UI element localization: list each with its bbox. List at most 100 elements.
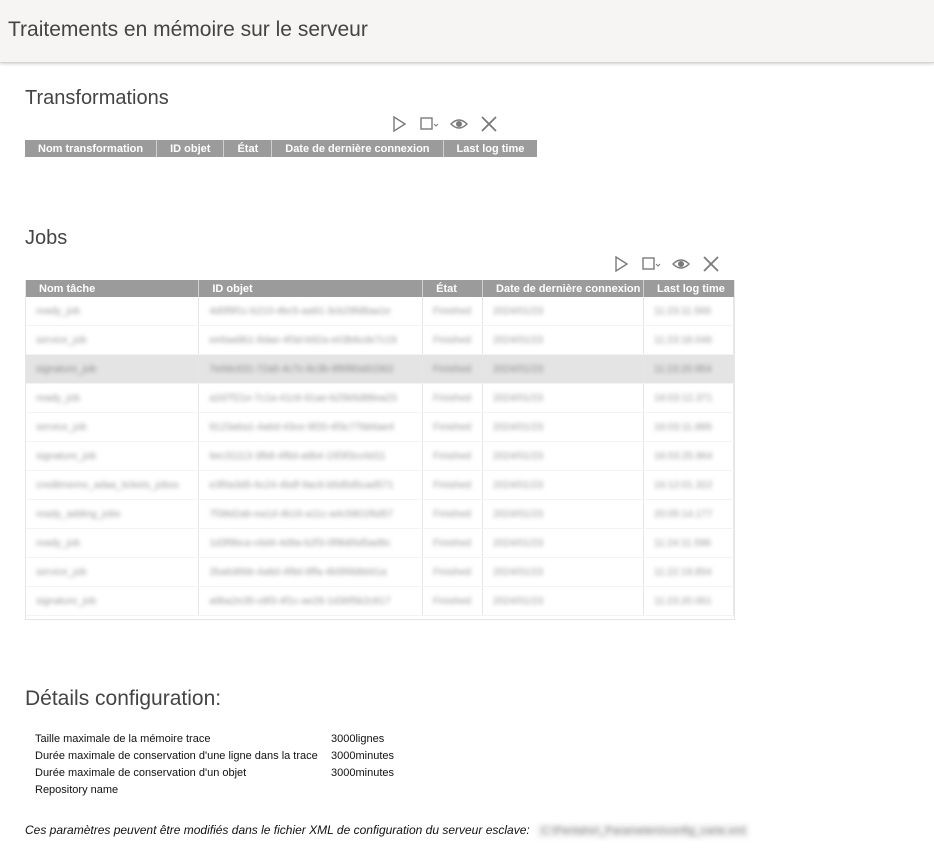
cell-text: 6ec31113-3fb8-4f8d-a9b4-15f3f3cc6d11	[209, 450, 386, 462]
cell-text: 7f38d2ab-ea1d-4b16-a11c-a4c5801f6d57	[209, 508, 394, 520]
cell-text: 16:03:25.964	[654, 450, 713, 462]
column-header[interactable]: ID objet	[156, 140, 225, 157]
cell-text: service_job	[36, 421, 87, 433]
table-cell: 11:22:19.854	[643, 557, 734, 587]
table-row[interactable]: signature_job a9ba2e35-c8f3-4f1c-ae28-1d3…	[26, 586, 734, 616]
column-header[interactable]: ID objet	[198, 280, 424, 297]
cell-text: 2024/01/23	[493, 537, 544, 549]
cell-text: 2024/01/23	[493, 479, 544, 491]
cell-text: ready_job	[36, 537, 80, 549]
table-cell: ee6aa9b1-8dae-4f3d-b92a-e03b6cde7c19	[198, 325, 424, 355]
column-header[interactable]: Nom transformation	[25, 140, 158, 157]
cell-text: 11:23:11.566	[654, 305, 711, 317]
cell-text: signature_job	[36, 450, 97, 462]
cell-text: service_job	[36, 566, 87, 578]
transformations-table: Nom transformation ID objet État Date de…	[25, 140, 538, 157]
config-label: Repository name	[35, 784, 119, 796]
stop-dropdown-icon[interactable]	[641, 254, 661, 274]
table-cell: Finished	[422, 557, 484, 587]
column-header[interactable]: Date de dernière connexion	[271, 140, 444, 157]
table-row[interactable]: signature_job 7e0dc631-72a5-4c7c-8c3b-9f6…	[26, 354, 734, 384]
table-cell: 4d0f9f1c-b210-4bc5-aa91-3cb29fd8aa1e	[198, 297, 424, 326]
table-cell: 20:05:14.177	[643, 499, 734, 529]
table-cell: 11:23:20.954	[643, 354, 734, 384]
eye-icon[interactable]	[671, 254, 691, 274]
table-cell: 2024/01/23	[482, 354, 645, 384]
table-cell: 6ec31113-3fb8-4f8d-a9b4-15f3f3cc6d11	[198, 441, 424, 471]
close-icon[interactable]	[479, 114, 499, 134]
cell-text: ready_job	[36, 305, 80, 317]
table-cell: 2ba6d6bb-4a8d-4f8d-8ffa-4b5f6fd8d41a	[198, 557, 424, 587]
table-row[interactable]: service_job ee6aa9b1-8dae-4f3d-b92a-e03b6…	[26, 325, 734, 355]
cell-text: Finished	[433, 334, 471, 346]
table-cell: 2024/01/23	[482, 297, 645, 326]
play-icon[interactable]	[389, 114, 409, 134]
table-cell: 2024/01/23	[482, 528, 645, 558]
table-cell: 2024/01/23	[482, 470, 645, 500]
cell-text: 2024/01/23	[493, 392, 544, 404]
table-row[interactable]: ready_job 1d3f9bca-c6d4-4d9a-b2f3-0f9b85d…	[26, 528, 734, 558]
page-title: Traitements en mémoire sur le serveur	[8, 18, 368, 41]
column-header[interactable]: État	[422, 280, 484, 297]
column-header[interactable]: État	[223, 140, 273, 157]
cell-text: 16:03:11.889	[654, 421, 712, 433]
column-header[interactable]: Last log time	[643, 280, 734, 297]
table-row[interactable]: ready_job a2d7f21e-7c1a-41c6-91ae-b25b5d8…	[26, 383, 734, 413]
close-icon[interactable]	[701, 254, 721, 274]
table-row[interactable]: service_job 2ba6d6bb-4a8d-4f8d-8ffa-4b5f6…	[26, 557, 734, 587]
table-cell: 1d3f9bca-c6d4-4d9a-b2f3-0f9b85d5ad9c	[198, 528, 424, 558]
cell-text: signature_job	[36, 595, 97, 607]
stop-dropdown-icon[interactable]	[419, 114, 439, 134]
table-row[interactable]: service_job 9123a6a1-4a6d-43ce-9f20-4f3c7…	[26, 412, 734, 442]
cell-text: Finished	[433, 508, 471, 520]
table-cell: Finished	[422, 499, 484, 529]
eye-icon[interactable]	[449, 114, 469, 134]
cell-text: Finished	[433, 305, 471, 317]
transformations-toolbar	[389, 114, 509, 134]
cell-text: Finished	[433, 479, 471, 491]
table-cell: Finished	[422, 441, 484, 471]
table-cell: 16:12:01.322	[643, 470, 734, 500]
table-header-row: Nom tâche ID objet État Date de dernière…	[26, 280, 734, 297]
jobs-table: Nom tâche ID objet État Date de dernière…	[26, 280, 734, 616]
cell-text: 9123a6a1-4a6d-43ce-9f20-4f3c77bb6ae4	[209, 421, 394, 433]
table-row[interactable]: ready_adding_jobs 7f38d2ab-ea1d-4b16-a11c…	[26, 499, 734, 529]
cell-text: 1d3f9bca-c6d4-4d9a-b2f3-0f9b85d5ad9c	[209, 537, 391, 549]
table-cell: 16:03:11.889	[643, 412, 734, 442]
table-cell: a2d7f21e-7c1a-41c6-91ae-b25b5d88ea23	[198, 383, 424, 413]
table-row[interactable]: creditmemo_adaa_tickets_jobss e3f0a3d5-6c…	[26, 470, 734, 500]
cell-text: 2024/01/23	[493, 450, 544, 462]
table-cell: service_job	[26, 557, 200, 587]
cell-text: Finished	[433, 392, 471, 404]
column-header[interactable]: Last log time	[443, 140, 538, 157]
table-cell: creditmemo_adaa_tickets_jobss	[26, 470, 200, 500]
table-row[interactable]: signature_job 6ec31113-3fb8-4f8d-a9b4-15f…	[26, 441, 734, 471]
table-cell: 7f38d2ab-ea1d-4b16-a11c-a4c5801f6d57	[198, 499, 424, 529]
jobs-table-container[interactable]: Nom tâche ID objet État Date de dernière…	[25, 280, 735, 620]
config-note-text: Ces paramètres peuvent être modifiés dan…	[25, 823, 530, 837]
table-cell: Finished	[422, 325, 484, 355]
table-cell: signature_job	[26, 441, 200, 471]
table-cell: 11:23:18.049	[643, 325, 734, 355]
play-icon[interactable]	[611, 254, 631, 274]
table-cell: ready_job	[26, 528, 200, 558]
column-header[interactable]: Nom tâche	[26, 280, 200, 297]
config-value: 3000lignes	[331, 733, 385, 745]
column-header[interactable]: Date de dernière connexion	[482, 280, 645, 297]
jobs-toolbar	[611, 254, 731, 274]
cell-text: Finished	[433, 595, 471, 607]
cell-text: 7e0dc631-72a5-4c7c-8c3b-9f6f80a91563	[209, 363, 393, 375]
table-cell: 7e0dc631-72a5-4c7c-8c3b-9f6f80a91563	[198, 354, 424, 384]
config-note: Ces paramètres peuvent être modifiés dan…	[25, 823, 750, 838]
page-header: Traitements en mémoire sur le serveur	[0, 0, 934, 63]
table-row[interactable]: ready_job 4d0f9f1c-b210-4bc5-aa91-3cb29fd…	[26, 297, 734, 326]
cell-text: Finished	[433, 566, 471, 578]
config-value: 3000minutes	[331, 767, 394, 779]
cell-text: 11:23:18.049	[654, 334, 712, 346]
table-cell: 16:03:12.371	[643, 383, 734, 413]
config-label: Durée maximale de conservation d'un obje…	[35, 767, 247, 779]
cell-text: 2024/01/23	[493, 334, 544, 346]
table-cell: 2024/01/23	[482, 586, 645, 616]
config-file-path: C:\Pentaho\_Parameters\config_carte.xml	[537, 824, 750, 838]
cell-text: creditmemo_adaa_tickets_jobss	[36, 479, 179, 491]
